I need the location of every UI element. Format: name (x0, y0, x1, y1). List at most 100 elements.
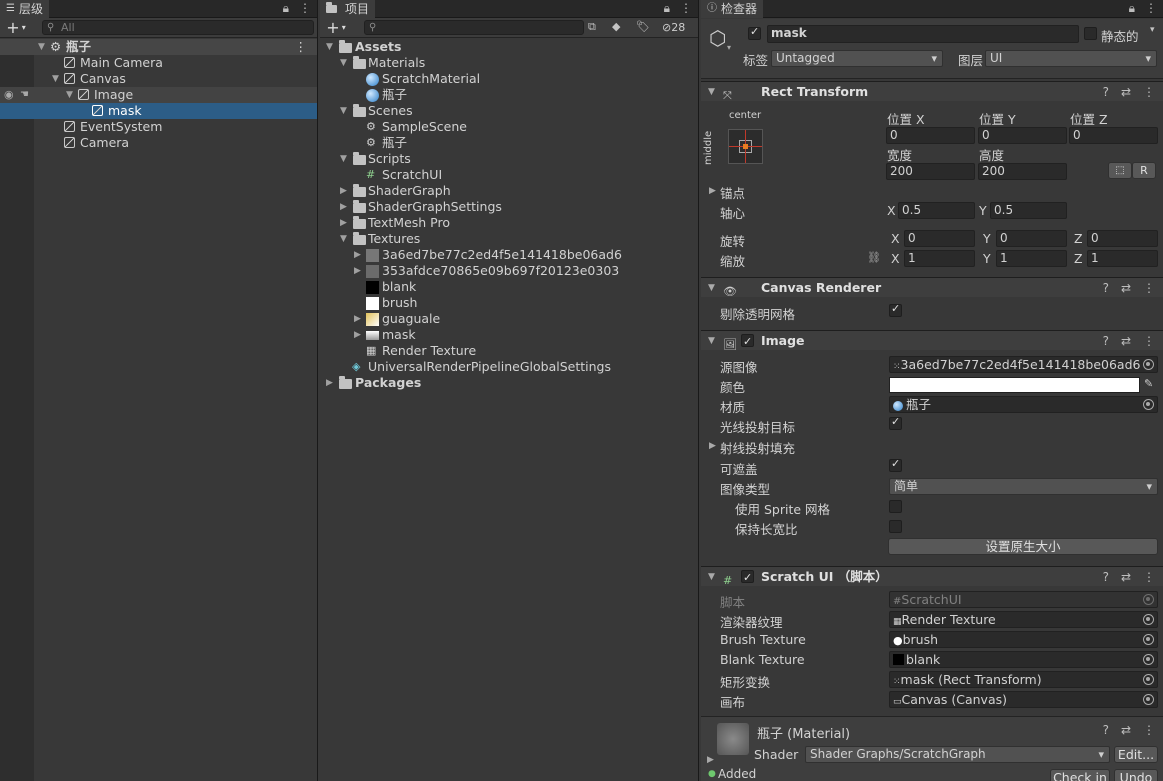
pivot-y-field[interactable]: 0.5 (990, 202, 1067, 219)
canvas-field[interactable]: ▭Canvas (Canvas) (889, 691, 1158, 708)
edit-shader-button[interactable]: Edit... (1114, 746, 1158, 763)
component-menu-icon[interactable]: ⋮ (1143, 278, 1155, 298)
help-icon[interactable]: ? (1103, 723, 1109, 737)
project-item[interactable]: ▼ Scenes (320, 103, 698, 119)
image-component-header[interactable]: ▼ 🖼︎ Image ? ⇄ ⋮ (701, 330, 1163, 352)
layer-dropdown[interactable]: UI (985, 50, 1157, 67)
static-dropdown-icon[interactable]: ▾ (1150, 25, 1155, 35)
scratch-enabled-checkbox[interactable] (741, 568, 754, 588)
project-item[interactable]: ⚙ 瓶子 (320, 135, 698, 151)
hierarchy-item[interactable]: Main Camera (0, 55, 317, 71)
project-item[interactable]: ▶ mask (320, 327, 698, 343)
presets-icon[interactable]: ⇄ (1121, 82, 1131, 102)
render-texture-field[interactable]: ▦Render Texture (889, 611, 1158, 628)
blank-texture-field[interactable]: blank (889, 651, 1158, 668)
hierarchy-search-input[interactable]: ⚲ All (42, 20, 314, 35)
hierarchy-item-selected[interactable]: mask (0, 103, 317, 119)
project-item[interactable]: brush (320, 295, 698, 311)
presets-icon[interactable]: ⇄ (1121, 278, 1131, 298)
pos-x-field[interactable]: 0 (886, 127, 975, 144)
set-native-size-button[interactable]: 设置原生大小 (888, 538, 1158, 555)
preserve-aspect-checkbox[interactable] (889, 520, 902, 533)
rot-x-field[interactable]: 0 (904, 230, 975, 247)
shader-dropdown[interactable]: Shader Graphs/ScratchGraph (805, 746, 1110, 763)
tab-inspector[interactable]: ⓘ 检查器 (701, 0, 764, 18)
project-item[interactable]: ◈ UniversalRenderPipelineGlobalSettings (320, 359, 698, 375)
project-item[interactable]: ▶ TextMesh Pro (320, 215, 698, 231)
pos-y-field[interactable]: 0 (978, 127, 1067, 144)
project-item[interactable]: ▶ 353afdce70865e09b697f20123e0303 (320, 263, 698, 279)
use-sprite-mesh-checkbox[interactable] (889, 500, 902, 513)
tag-dropdown[interactable]: Untagged (771, 50, 943, 67)
pivot-x-field[interactable]: 0.5 (898, 202, 975, 219)
pick-icon[interactable]: ☚ (20, 87, 29, 103)
menu-icon[interactable]: ⋮ (299, 1, 311, 16)
anchors-foldout-arrow[interactable]: ▶ (709, 186, 716, 196)
component-menu-icon[interactable]: ⋮ (1143, 331, 1155, 351)
raycast-padding-label[interactable]: 射线投射填充 (720, 438, 795, 457)
presets-icon[interactable]: ⇄ (1121, 331, 1131, 351)
component-menu-icon[interactable]: ⋮ (1143, 723, 1155, 737)
object-picker-icon[interactable] (1143, 399, 1154, 410)
scratch-ui-header[interactable]: ▼ # Scratch UI （脚本） ? ⇄ ⋮ (701, 566, 1163, 588)
project-item[interactable]: ▼ Materials (320, 55, 698, 71)
rot-z-field[interactable]: 0 (1087, 230, 1158, 247)
object-picker-icon[interactable] (1143, 654, 1154, 665)
cull-transparent-checkbox[interactable] (889, 302, 902, 317)
rot-y-field[interactable]: 0 (996, 230, 1067, 247)
presets-icon[interactable]: ⇄ (1121, 723, 1131, 737)
hierarchy-item[interactable]: ◉ ☚ ▼ Image (0, 87, 317, 103)
hidden-packages-toggle[interactable]: ⊘28 (662, 21, 685, 34)
project-item[interactable]: # ScratchUI (320, 167, 698, 183)
lock-icon[interactable]: 🔒︎ (664, 1, 670, 16)
material-field[interactable]: 瓶子 (889, 396, 1158, 413)
project-item[interactable]: ScratchMaterial (320, 71, 698, 87)
create-asset-button[interactable]: + ▾ (320, 18, 352, 38)
filter-icon[interactable]: ◆ (612, 20, 620, 33)
presets-icon[interactable]: ⇄ (1121, 567, 1131, 587)
component-menu-icon[interactable]: ⋮ (1143, 567, 1155, 587)
help-icon[interactable]: ? (1103, 278, 1109, 298)
maskable-checkbox[interactable] (889, 457, 902, 472)
lock-icon[interactable]: 🔒︎ (1129, 1, 1135, 16)
help-icon[interactable]: ? (1103, 331, 1109, 351)
undo-button[interactable]: Undo (1114, 769, 1158, 781)
scale-y-field[interactable]: 1 (996, 250, 1067, 267)
image-enabled-checkbox[interactable] (741, 332, 754, 352)
object-picker-icon[interactable] (1143, 674, 1154, 685)
icon-dropdown-icon[interactable]: ▾ (727, 43, 731, 52)
project-item[interactable]: ▼ Textures (320, 231, 698, 247)
height-field[interactable]: 200 (978, 163, 1067, 180)
project-item[interactable]: 瓶子 (320, 87, 698, 103)
object-picker-icon[interactable] (1143, 634, 1154, 645)
raycast-target-checkbox[interactable] (889, 415, 902, 430)
constrain-proportions-icon[interactable]: ⛓︎ (867, 251, 881, 264)
component-menu-icon[interactable]: ⋮ (1143, 82, 1155, 102)
project-item[interactable]: ▶ ShaderGraph (320, 183, 698, 199)
create-button[interactable]: + ▾ (0, 18, 32, 38)
scene-root[interactable]: ▼ ⚙ 瓶子 ⋮ (0, 39, 317, 55)
scale-x-field[interactable]: 1 (904, 250, 975, 267)
lock-icon[interactable]: 🔒︎ (283, 1, 289, 16)
raw-edit-button[interactable]: R (1132, 162, 1156, 179)
width-field[interactable]: 200 (886, 163, 975, 180)
hierarchy-item[interactable]: EventSystem (0, 119, 317, 135)
label-icon[interactable]: 🏷︎ (636, 20, 650, 33)
anchors-label[interactable]: 锚点 (720, 183, 745, 202)
check-in-button[interactable]: Check in (1050, 769, 1110, 781)
project-item[interactable]: ▶ guaguale (320, 311, 698, 327)
search-by-type-icon[interactable]: ⧉ (588, 20, 596, 34)
source-image-field[interactable]: ⁙3a6ed7be77c2ed4f5e141418be06ad6 (889, 356, 1158, 373)
scene-menu-icon[interactable]: ⋮ (295, 39, 308, 55)
menu-icon[interactable]: ⋮ (1145, 1, 1157, 16)
object-picker-icon[interactable] (1143, 694, 1154, 705)
blueprint-mode-button[interactable]: ⬚ (1108, 162, 1132, 179)
hierarchy-item[interactable]: Camera (0, 135, 317, 151)
tab-project[interactable]: 项目 (320, 0, 376, 18)
canvas-renderer-header[interactable]: ▼ 👁︎ Canvas Renderer ? ⇄ ⋮ (701, 277, 1163, 298)
hierarchy-item[interactable]: ▼ Canvas (0, 71, 317, 87)
project-item[interactable]: blank (320, 279, 698, 295)
object-picker-icon[interactable] (1143, 614, 1154, 625)
color-field[interactable] (889, 377, 1140, 393)
raycast-padding-foldout-arrow[interactable]: ▶ (709, 441, 716, 451)
